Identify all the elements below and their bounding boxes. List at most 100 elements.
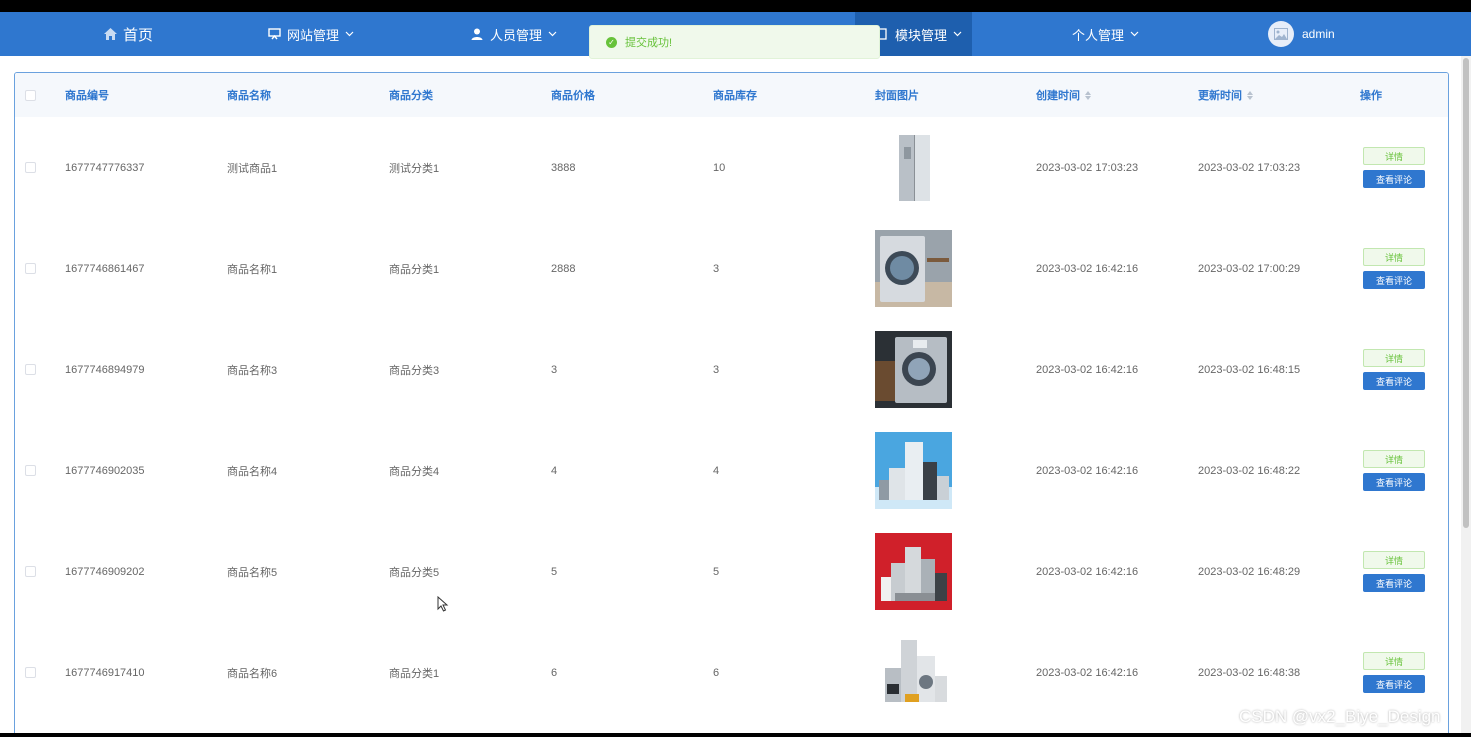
cell-product-stock: 4: [713, 464, 720, 477]
mouse-cursor-icon: [437, 596, 449, 612]
chevron-down-icon: [345, 29, 355, 39]
nav-people-management[interactable]: 人员管理: [470, 12, 558, 56]
table-row[interactable]: 1677746902035 商品名称4 商品分类4 4 4 2023-03-02 16:4…: [15, 420, 1448, 521]
cell-product-name: 商品名称5: [227, 566, 278, 579]
row-checkbox[interactable]: [25, 218, 36, 319]
view-reviews-button[interactable]: 查看评论: [1363, 574, 1425, 592]
cell-product-id: 1677746917410: [65, 666, 145, 679]
cell-product-name: 商品名称4: [227, 465, 278, 478]
nav-site-management[interactable]: 网站管理: [267, 12, 355, 56]
table-row[interactable]: 1677746909202 商品名称5 商品分类5 5 5 2023-03-02 16:4…: [15, 521, 1448, 622]
cell-product-category: 商品分类1: [389, 263, 440, 276]
view-reviews-button[interactable]: 查看评论: [1363, 170, 1425, 188]
cell-product-name: 商品名称1: [227, 263, 278, 276]
chevron-down-icon: [1130, 29, 1140, 39]
row-checkbox[interactable]: [25, 117, 36, 218]
cover-image: [875, 420, 952, 521]
cell-created-time: 2023-03-02 17:03:23: [1036, 161, 1139, 174]
scrollbar[interactable]: [1461, 56, 1471, 733]
cover-image: [875, 521, 952, 622]
cell-product-name: 商品名称6: [227, 667, 278, 680]
cell-product-stock: 6: [713, 666, 720, 679]
cell-updated-time: 2023-03-02 16:48:15: [1198, 363, 1301, 376]
detail-button[interactable]: 详情: [1363, 147, 1425, 165]
cell-product-price: 6: [551, 666, 558, 679]
row-actions: 详情 查看评论: [1363, 420, 1425, 521]
username: admin: [1302, 27, 1335, 41]
success-toast: ✓ 提交成功!: [589, 25, 880, 59]
watermark: CSDN @vx2_Biye_Design: [1239, 707, 1441, 726]
detail-button[interactable]: 详情: [1363, 652, 1425, 670]
cell-product-price: 4: [551, 464, 558, 477]
row-actions: 详情 查看评论: [1363, 117, 1425, 218]
cell-created-time: 2023-03-02 16:42:16: [1036, 363, 1139, 376]
detail-button[interactable]: 详情: [1363, 248, 1425, 266]
table-row[interactable]: 1677746894979 商品名称3 商品分类3 3 3 2023-03-02 16:4…: [15, 319, 1448, 420]
user-menu[interactable]: admin: [1268, 12, 1335, 56]
col-header-name: 商品名称: [227, 90, 271, 102]
detail-button[interactable]: 详情: [1363, 551, 1425, 569]
scroll-thumb[interactable]: [1463, 58, 1469, 528]
cell-product-price: 5: [551, 565, 558, 578]
col-header-updated[interactable]: 更新时间: [1198, 73, 1253, 117]
row-checkbox[interactable]: [25, 420, 36, 521]
cell-product-id: 1677746861467: [65, 262, 145, 275]
table-row[interactable]: 1677747776337 测试商品1 测试分类1 3888 10 2023-03-02 …: [15, 117, 1448, 218]
detail-button[interactable]: 详情: [1363, 450, 1425, 468]
col-header-stock: 商品库存: [713, 90, 757, 102]
select-all-checkbox[interactable]: [25, 73, 36, 117]
avatar: [1268, 21, 1294, 47]
cell-created-time: 2023-03-02 16:42:16: [1036, 262, 1139, 275]
sort-icon[interactable]: [1085, 90, 1091, 100]
col-header-price: 商品价格: [551, 90, 595, 102]
monitor-icon: [267, 27, 281, 41]
row-checkbox[interactable]: [25, 622, 36, 723]
cell-product-category: 商品分类5: [389, 566, 440, 579]
cell-product-price: 3: [551, 363, 558, 376]
cell-product-category: 商品分类4: [389, 465, 440, 478]
nav-home-label: 首页: [123, 26, 154, 44]
view-reviews-button[interactable]: 查看评论: [1363, 372, 1425, 390]
nav-people-management-label: 人员管理: [490, 27, 543, 43]
cell-product-id: 1677746909202: [65, 565, 145, 578]
check-circle-icon: ✓: [606, 36, 617, 48]
cell-product-category: 商品分类3: [389, 364, 440, 377]
col-header-id: 商品编号: [65, 90, 109, 102]
cell-updated-time: 2023-03-02 16:48:22: [1198, 464, 1301, 477]
row-actions: 详情 查看评论: [1363, 319, 1425, 420]
col-header-created-label: 创建时间: [1036, 90, 1080, 102]
view-reviews-button[interactable]: 查看评论: [1363, 675, 1425, 693]
col-header-cover: 封面图片: [875, 90, 919, 102]
cover-image: [875, 218, 952, 319]
cell-product-name: 测试商品1: [227, 162, 278, 175]
cell-updated-time: 2023-03-02 17:00:29: [1198, 262, 1301, 275]
view-reviews-button[interactable]: 查看评论: [1363, 271, 1425, 289]
sort-icon[interactable]: [1247, 90, 1253, 100]
row-checkbox[interactable]: [25, 319, 36, 420]
row-checkbox[interactable]: [25, 521, 36, 622]
cell-product-id: 1677746894979: [65, 363, 145, 376]
cell-product-name: 商品名称3: [227, 364, 278, 377]
cell-created-time: 2023-03-02 16:42:16: [1036, 464, 1139, 477]
row-actions: 详情 查看评论: [1363, 521, 1425, 622]
col-header-category: 商品分类: [389, 90, 433, 102]
page: 首页 网站管理 人员管理 模块管理 个人管理 admin ✓ 提交成功! 商品编…: [0, 12, 1471, 733]
nav-personal-management[interactable]: 个人管理: [1072, 12, 1140, 56]
detail-button[interactable]: 详情: [1363, 349, 1425, 367]
cover-image: [875, 622, 952, 723]
cell-product-price: 2888: [551, 262, 576, 275]
home-icon: [103, 27, 117, 41]
chevron-down-icon: [953, 29, 963, 39]
table-row[interactable]: 1677746861467 商品名称1 商品分类1 2888 3 2023-03-02 1…: [15, 218, 1448, 319]
nav-module-management-label: 模块管理: [895, 27, 948, 43]
nav-home[interactable]: 首页: [103, 12, 153, 56]
cell-product-category: 商品分类1: [389, 667, 440, 680]
col-header-created[interactable]: 创建时间: [1036, 73, 1091, 117]
cell-product-stock: 3: [713, 363, 720, 376]
cell-updated-time: 2023-03-02 16:48:29: [1198, 565, 1301, 578]
view-reviews-button[interactable]: 查看评论: [1363, 473, 1425, 491]
col-header-updated-label: 更新时间: [1198, 90, 1242, 102]
table-row[interactable]: 1677746917410 商品名称6 商品分类1 6 6 2023-03-02 16:4…: [15, 622, 1448, 723]
cell-product-stock: 3: [713, 262, 720, 275]
toast-message: 提交成功!: [625, 37, 673, 49]
